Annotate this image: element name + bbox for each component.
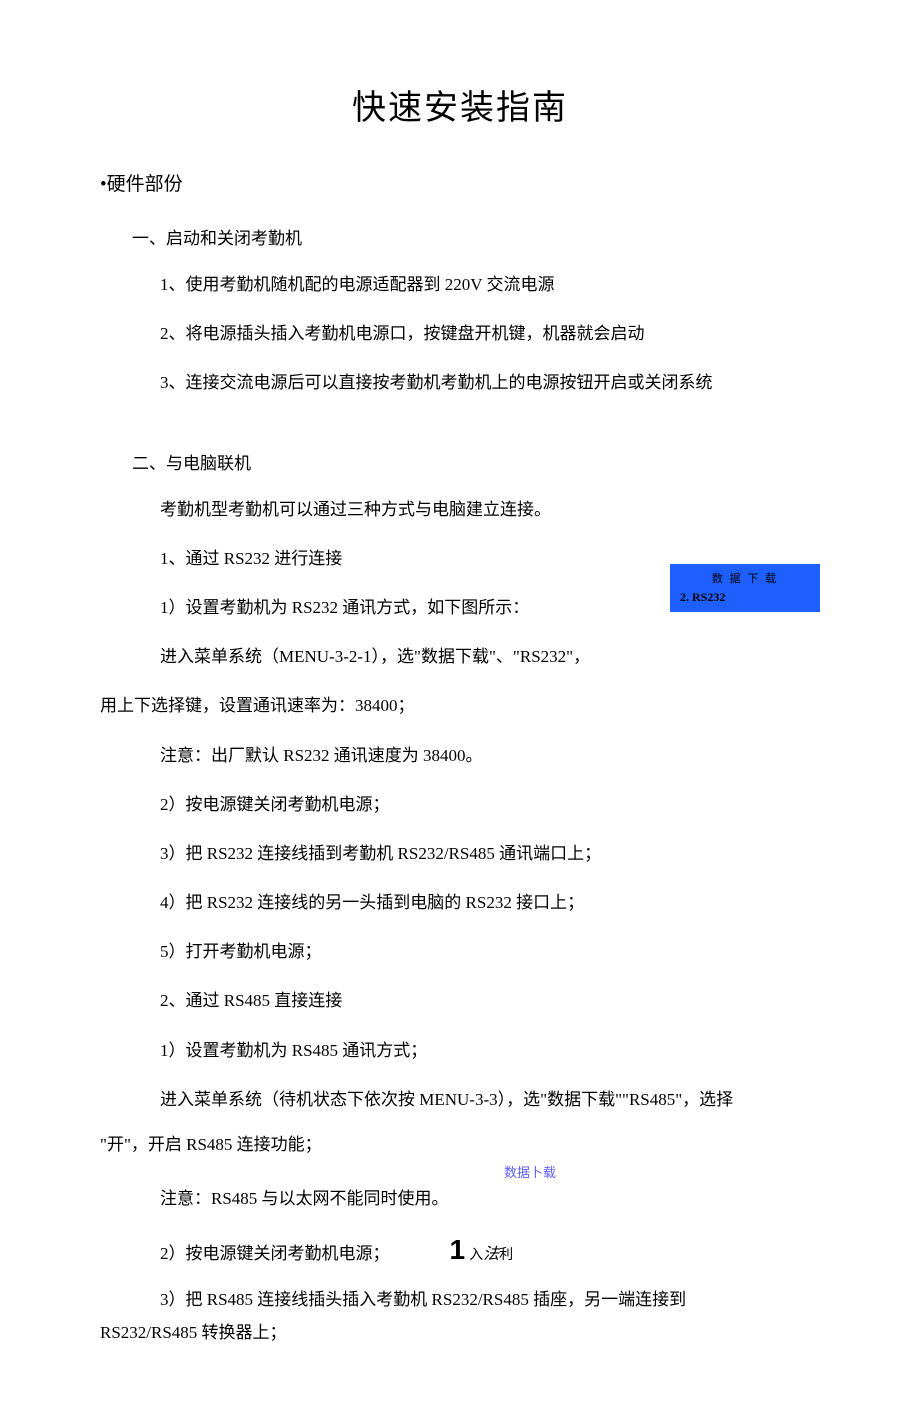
sec2-2-note: 注意：RS485 与以太网不能同时使用。 (160, 1185, 820, 1212)
document-title: 快速安装指南 (100, 80, 820, 129)
big-one: 1 (450, 1234, 466, 1266)
sec2-heading: 二、与电脑联机 (132, 449, 820, 474)
blue-label: 数据卜载 (240, 1162, 820, 1181)
sec2-2-step3: 3）把 RS485 连接线插头插入考勤机 RS232/RS485 插座，另一端连… (160, 1286, 820, 1313)
sec2-2-open: "开"，开启 RS485 连接功能； (100, 1131, 820, 1158)
inline-small-pre: 入 (469, 1244, 483, 1264)
sec2-1-step4: 4）把 RS232 连接线的另一头插到电脑的 RS232 接口上； (160, 889, 820, 916)
blue-box-title: 数 据 下 载 (670, 570, 820, 586)
blue-box-item: 2. RS232 (670, 590, 820, 605)
sec2-intro: 考勤机型考勤机可以通过三种方式与电脑建立连接。 (160, 496, 820, 523)
blue-menu-box: 数 据 下 载 2. RS232 (670, 564, 820, 612)
inline-ital: 法 (483, 1240, 499, 1264)
sec1-item-3: 3、连接交流电源后可以直接按考勤机考勤机上的电源按钮开启或关闭系统 (160, 369, 820, 396)
sec1-item-1: 1、使用考勤机随机配的电源适配器到 220V 交流电源 (160, 271, 820, 298)
sec2-2-step1: 1）设置考勤机为 RS485 通讯方式； (160, 1037, 820, 1064)
inline-small-post: 利 (499, 1244, 513, 1264)
hardware-heading: •硬件部份 (100, 169, 820, 196)
sec2-1-note: 注意：出厂默认 RS232 通讯速度为 38400。 (160, 742, 820, 769)
sec2-1-speed: 用上下选择键，设置通讯速率为：38400； (100, 692, 820, 719)
sec2-2-menu-a: 进入菜单系统（待机状态下依次按 MENU-3-3），选"数据下载""RS485"… (160, 1086, 820, 1113)
sec1-item-2: 2、将电源插头插入考勤机电源口，按键盘开机键，机器就会启动 (160, 320, 820, 347)
sec2-1-step5: 5）打开考勤机电源； (160, 938, 820, 965)
sec2-1-step2: 2）按电源键关闭考勤机电源； (160, 791, 820, 818)
sec1-heading: 一、启动和关闭考勤机 (132, 224, 820, 249)
sec2-1-step3: 3）把 RS232 连接线插到考勤机 RS232/RS485 通讯端口上； (160, 840, 820, 867)
sec2-1-menu: 进入菜单系统（MENU-3-2-1），选"数据下载"、"RS232"， (160, 643, 820, 670)
sec2-2-title: 2、通过 RS485 直接连接 (160, 987, 820, 1014)
sec2-2-step3b: RS232/RS485 转换器上； (100, 1319, 820, 1346)
sec2-2-step2: 2）按电源键关闭考勤机电源； (160, 1240, 390, 1267)
